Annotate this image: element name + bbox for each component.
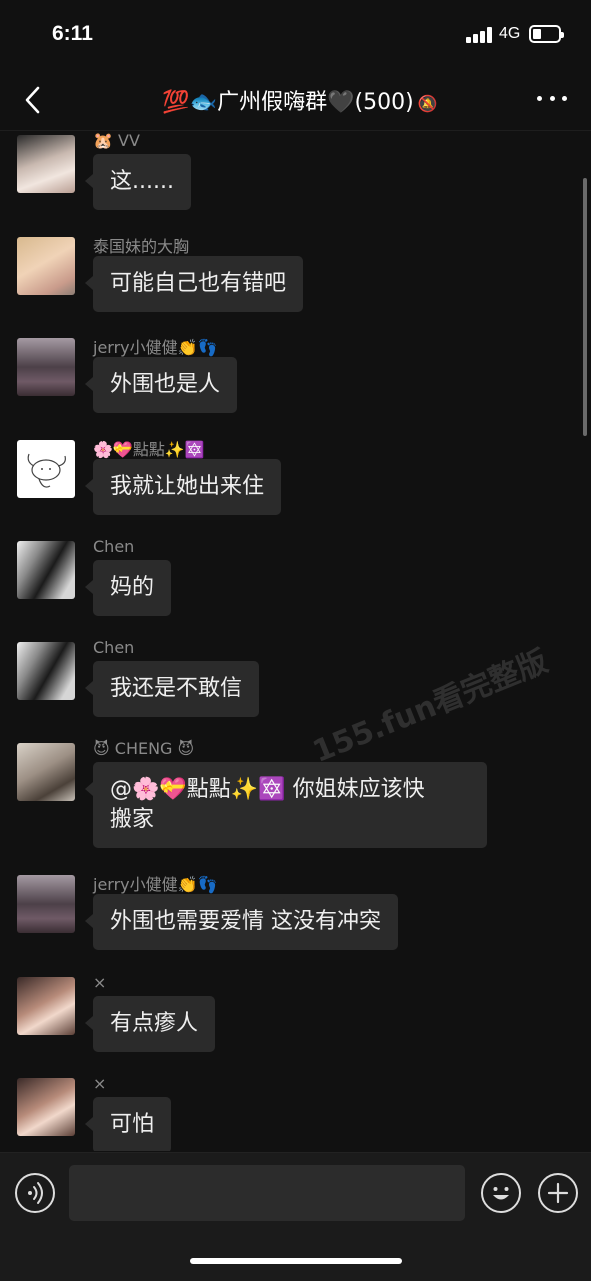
avatar[interactable] <box>17 237 75 295</box>
message-list[interactable]: 🐹 VV 这...... 泰国妹的大胸 可能自己也有错吧 jerry小健健👏👣 … <box>0 131 591 1151</box>
more-options-button[interactable] <box>537 88 567 108</box>
scrollbar[interactable] <box>583 178 587 436</box>
avatar[interactable] <box>17 440 75 498</box>
sender-name: Chen <box>93 537 135 556</box>
avatar[interactable] <box>17 338 75 396</box>
avatar[interactable] <box>17 642 75 700</box>
cartoon-dog-icon <box>27 453 66 488</box>
add-button[interactable] <box>538 1173 578 1213</box>
voice-icon <box>28 1182 43 1204</box>
chat-title: 💯🐟广州假嗨群🖤(500) 🔕 <box>100 84 500 116</box>
sender-name: 🌸💝點點✨🔯 <box>93 440 205 459</box>
message-bubble[interactable]: 可怕 <box>84 1097 172 1151</box>
message-bubble[interactable]: 有点瘆人 <box>84 996 216 1052</box>
home-indicator[interactable] <box>190 1258 402 1264</box>
sender-name: jerry小健健👏👣 <box>93 338 218 357</box>
sender-name: × <box>93 973 107 992</box>
message-bubble[interactable]: @🌸💝點點✨🔯 你姐妹应该快 搬家 <box>85 762 487 848</box>
plus-icon <box>547 1182 569 1204</box>
status-time: 6:11 <box>52 22 93 45</box>
avatar[interactable] <box>17 977 75 1035</box>
sender-name: Chen <box>93 638 135 657</box>
avatar[interactable] <box>17 1078 75 1136</box>
message-bubble[interactable]: 我还是不敢信 <box>84 661 260 717</box>
smiley-icon <box>493 1187 509 1200</box>
message-bubble[interactable]: 外围也需要爱情 这没有冲突 <box>85 894 398 950</box>
message-bubble[interactable]: 可能自己也有错吧 <box>84 256 304 312</box>
avatar[interactable] <box>17 743 75 801</box>
chevron-left-icon <box>25 86 40 114</box>
voice-button[interactable] <box>15 1173 55 1213</box>
message-input[interactable] <box>69 1165 465 1221</box>
mute-bell-icon: 🔕 <box>417 94 438 113</box>
message-line: 搬家 <box>110 807 155 832</box>
sender-name: jerry小健健👏👣 <box>93 875 218 894</box>
battery-icon <box>529 25 564 43</box>
back-button[interactable] <box>18 82 48 118</box>
message-line: @🌸💝點點✨🔯 你姐妹应该快 <box>110 777 425 802</box>
sender-name: 🐹 VV <box>93 131 140 150</box>
avatar[interactable] <box>17 875 75 933</box>
chat-header: 💯🐟广州假嗨群🖤(500) 🔕 <box>0 70 591 131</box>
message-bubble[interactable]: 我就让她出来住 <box>84 459 282 515</box>
sender-name: × <box>93 1074 107 1093</box>
group-name: 💯🐟广州假嗨群🖤(500) <box>162 90 414 115</box>
avatar[interactable] <box>17 541 75 599</box>
sender-name: 泰国妹的大胸 <box>93 237 190 256</box>
signal-icon <box>466 27 494 43</box>
network-type: 4G <box>499 25 521 42</box>
sender-name: 😈 CHENG 😈 <box>93 739 195 758</box>
message-bubble[interactable]: 外围也是人 <box>84 357 238 413</box>
emoji-button[interactable] <box>481 1173 521 1213</box>
avatar[interactable] <box>17 135 75 193</box>
message-bubble[interactable]: 妈的 <box>84 560 172 616</box>
message-bubble[interactable]: 这...... <box>85 154 191 210</box>
status-bar: 6:11 4G <box>0 0 591 70</box>
